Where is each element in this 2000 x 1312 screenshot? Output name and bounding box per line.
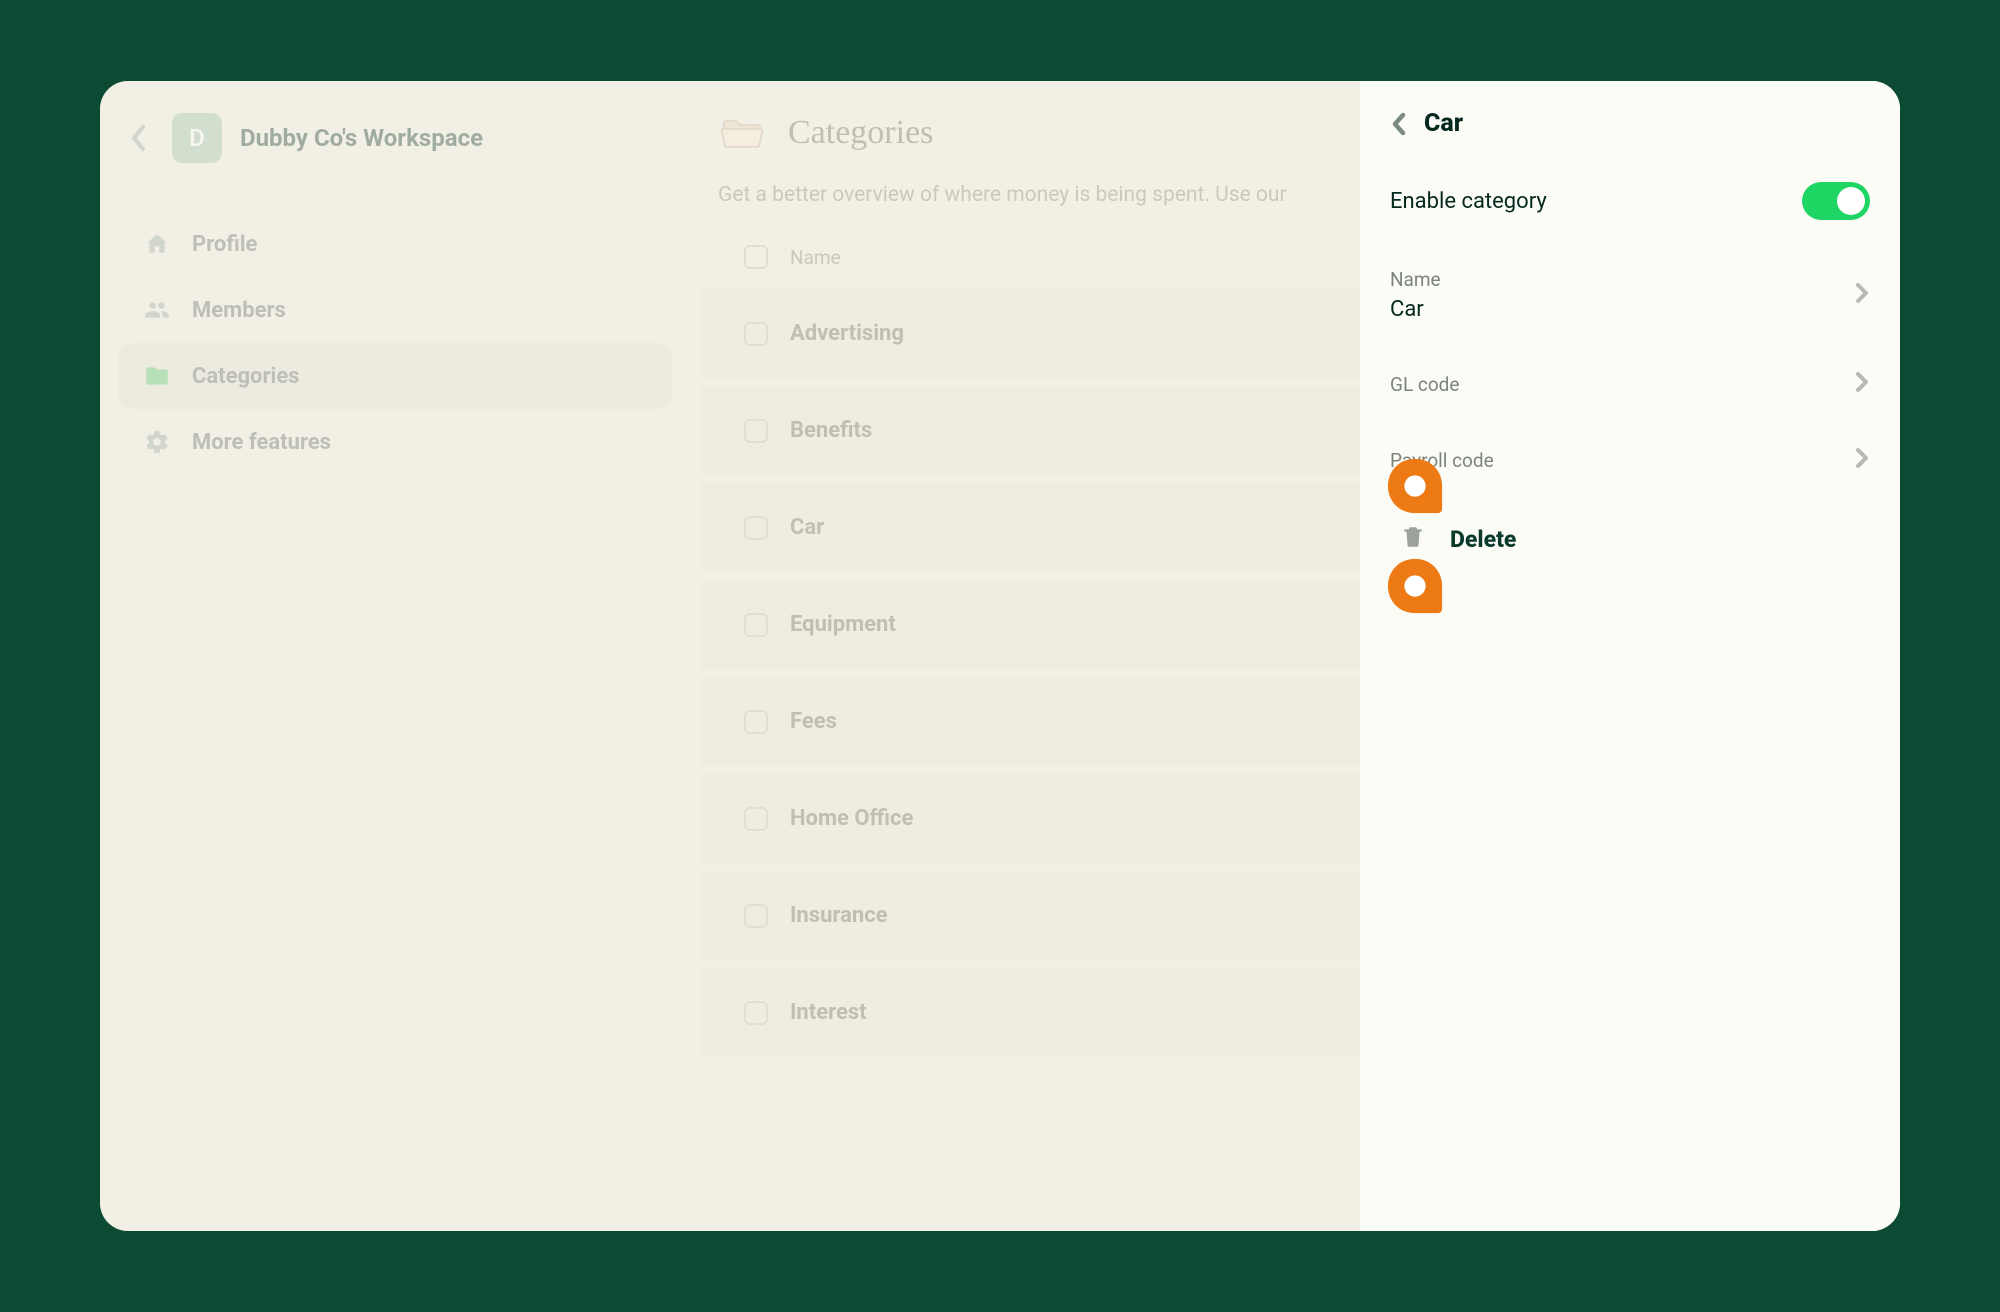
category-checkbox[interactable] [744, 710, 768, 734]
workspace-name: Dubby Co's Workspace [240, 124, 483, 152]
enable-category-row[interactable]: Enable category [1360, 158, 1900, 244]
category-checkbox[interactable] [744, 613, 768, 637]
chevron-right-icon [1854, 281, 1870, 309]
category-name: Equipment [790, 612, 896, 637]
enable-category-label: Enable category [1390, 189, 1547, 214]
trash-icon [1400, 524, 1426, 554]
nav-item-members[interactable]: Members [118, 277, 672, 343]
back-icon[interactable] [124, 123, 154, 153]
workspace-avatar[interactable]: D [172, 113, 222, 163]
chevron-right-icon [1854, 446, 1870, 474]
callout-marker-icon [1386, 557, 1444, 615]
folder-icon [144, 363, 170, 389]
delete-label: Delete [1450, 526, 1516, 553]
nav-item-more[interactable]: More features [118, 409, 672, 475]
category-checkbox[interactable] [744, 419, 768, 443]
select-all-checkbox[interactable] [744, 245, 768, 269]
name-column-header: Name [790, 246, 841, 269]
category-name: Insurance [790, 903, 888, 928]
category-name: Car [790, 515, 824, 540]
category-checkbox[interactable] [744, 322, 768, 346]
nav-label: Members [192, 298, 286, 323]
category-name: Advertising [790, 321, 904, 346]
category-name: Benefits [790, 418, 872, 443]
nav-item-categories[interactable]: Categories [118, 343, 672, 409]
category-name: Fees [790, 709, 837, 734]
nav: Profile Members Categories More features [118, 211, 672, 475]
nav-label: Categories [192, 364, 300, 389]
page-title: Categories [788, 114, 933, 152]
folder-open-icon [718, 109, 766, 157]
category-name: Home Office [790, 806, 913, 831]
nav-item-profile[interactable]: Profile [118, 211, 672, 277]
category-checkbox[interactable] [744, 516, 768, 540]
panel-title: Car [1424, 109, 1463, 138]
callout-marker-icon [1386, 457, 1444, 515]
category-checkbox[interactable] [744, 807, 768, 831]
app-frame: D Dubby Co's Workspace Profile Members [100, 81, 1900, 1231]
name-label: Name [1390, 268, 1441, 291]
category-checkbox[interactable] [744, 1001, 768, 1025]
panel-header: Car [1360, 109, 1900, 158]
gl-code-label: GL code [1390, 373, 1459, 396]
nav-label: More features [192, 430, 331, 455]
workspace-header: D Dubby Co's Workspace [118, 109, 672, 191]
chevron-right-icon [1854, 370, 1870, 398]
members-icon [144, 297, 170, 323]
nav-label: Profile [192, 232, 257, 257]
category-name: Interest [790, 1000, 867, 1025]
panel-back-icon[interactable] [1390, 111, 1408, 137]
home-icon [144, 231, 170, 257]
category-detail-panel: Car Enable category Name Car GL code [1360, 81, 1900, 1231]
enable-toggle[interactable] [1802, 182, 1870, 220]
category-checkbox[interactable] [744, 904, 768, 928]
name-row[interactable]: Name Car [1360, 244, 1900, 346]
gl-code-row[interactable]: GL code [1360, 346, 1900, 422]
sidebar: D Dubby Co's Workspace Profile Members [100, 81, 690, 1231]
gear-icon [144, 429, 170, 455]
name-value: Car [1390, 297, 1441, 322]
